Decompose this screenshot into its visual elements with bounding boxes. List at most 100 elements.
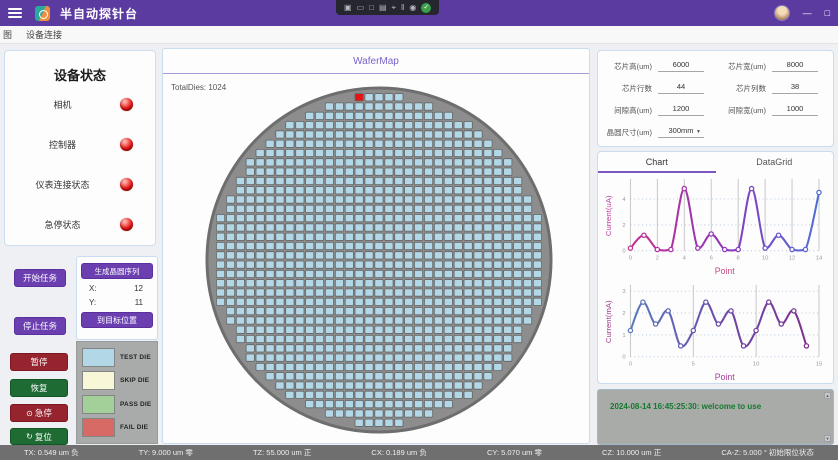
- status-ty: TY: 9.000 um 零: [139, 447, 193, 458]
- param-row-size: 芯片高(um) 6000 芯片宽(um) 8000: [598, 55, 833, 77]
- svg-text:2: 2: [622, 223, 625, 229]
- reset-label: 复位: [35, 431, 52, 443]
- wafer-title-divider: [163, 73, 589, 74]
- emergency-stop-icon: ⊙: [26, 409, 33, 418]
- log-panel[interactable]: 2024-08-14 16:45:25:30: welcome to use ▲…: [597, 389, 834, 445]
- fail-die-swatch: [82, 418, 115, 437]
- legend-row-pass: PASS DIE: [82, 395, 152, 414]
- svg-text:5: 5: [692, 362, 695, 368]
- chip-height-label: 芯片高(um): [604, 61, 658, 72]
- chip-cols-input[interactable]: 38: [772, 82, 818, 94]
- active-tab-indicator: [598, 171, 716, 173]
- test-die-label: TEST DIE: [120, 354, 151, 361]
- pointer-icon[interactable]: ⌖: [392, 0, 397, 15]
- chip-width-input[interactable]: 8000: [772, 60, 818, 72]
- start-task-button[interactable]: 开始任务: [14, 269, 66, 287]
- chip-height-input[interactable]: 6000: [658, 60, 704, 72]
- legend-row-fail: FAIL DIE: [82, 418, 152, 437]
- wafer-map[interactable]: [163, 77, 591, 443]
- chip-rows-input[interactable]: 44: [658, 82, 704, 94]
- chip-width-label: 芯片宽(um): [718, 61, 772, 72]
- svg-text:Point: Point: [715, 266, 735, 276]
- skip-die-swatch: [82, 371, 115, 390]
- scroll-up-icon[interactable]: ▲: [824, 392, 831, 399]
- x-label: X:: [89, 284, 97, 293]
- chevron-down-icon[interactable]: ▼: [696, 129, 701, 135]
- legend-row-skip: SKIP DIE: [82, 371, 152, 390]
- svg-text:2: 2: [656, 256, 659, 262]
- screen-icon[interactable]: ▣: [344, 0, 352, 15]
- svg-text:15: 15: [816, 362, 822, 368]
- status-cx: CX: 0.189 um 负: [371, 447, 426, 458]
- status-ok-icon[interactable]: ✓: [421, 3, 431, 13]
- status-caz: CA-Z: 5.000 ° 初始限位状态: [721, 447, 814, 458]
- camera-icon[interactable]: ▭: [357, 0, 365, 15]
- camera-status-led: [120, 98, 133, 111]
- measurement-chart-panel: Chart DataGrid 02468101214024Current(uA)…: [597, 151, 834, 384]
- tab-datagrid[interactable]: DataGrid: [716, 157, 834, 167]
- svg-text:0: 0: [622, 355, 626, 361]
- param-row-wafer-size: 晶圆尺寸(um) 300mm ▼: [598, 121, 833, 143]
- estop-status-led: [120, 218, 133, 231]
- maximize-button[interactable]: □: [825, 0, 830, 26]
- gap-height-input[interactable]: 1200: [658, 104, 704, 116]
- status-label: 相机: [5, 98, 120, 111]
- app-title: 半自动探针台: [60, 5, 138, 22]
- pause-button[interactable]: 暂停: [10, 353, 68, 371]
- tab-chart[interactable]: Chart: [598, 157, 716, 167]
- svg-text:12: 12: [789, 256, 795, 262]
- pause-icon[interactable]: ‖: [401, 0, 404, 15]
- title-bar: 半自动探针台 ▣ ▭ □ ▤ ⌖ ‖ ◉ ✓ — □: [0, 0, 838, 26]
- device-status-panel: 设备状态 相机 控制器 仪表连接状态 急停状态: [4, 50, 156, 246]
- log-message: 2024-08-14 16:45:25:30: welcome to use: [598, 390, 833, 411]
- goto-target-position-button[interactable]: 到目标位置: [81, 312, 153, 328]
- x-value[interactable]: 12: [134, 284, 143, 293]
- svg-text:14: 14: [816, 256, 823, 262]
- svg-text:10: 10: [762, 256, 769, 262]
- die-legend-panel: TEST DIE SKIP DIE PASS DIE FAIL DIE: [76, 341, 158, 444]
- skip-die-label: SKIP DIE: [120, 377, 149, 384]
- legend-row-test: TEST DIE: [82, 348, 152, 367]
- menu-item-device-connect[interactable]: 设备连接: [26, 28, 62, 41]
- device-status-title: 设备状态: [5, 65, 155, 84]
- instrument-status-led: [120, 178, 133, 191]
- y-value[interactable]: 11: [135, 298, 143, 307]
- avatar[interactable]: [774, 5, 790, 21]
- status-bar: TX: 0.549 um 负 TY: 9.000 um 零 TZ: 55.000…: [0, 445, 838, 460]
- window-icon[interactable]: ▤: [379, 0, 387, 15]
- y-label: Y:: [89, 298, 96, 307]
- svg-text:Current(uA): Current(uA): [604, 195, 613, 236]
- svg-text:0: 0: [629, 362, 633, 368]
- app-window: 半自动探针台 ▣ ▭ □ ▤ ⌖ ‖ ◉ ✓ — □ 图 设备连接 设备状态 相机 控制器 仪…: [0, 0, 838, 460]
- stop-task-button[interactable]: 停止任务: [14, 317, 66, 335]
- svg-text:6: 6: [710, 256, 713, 262]
- fail-die-label: FAIL DIE: [120, 424, 148, 431]
- capture-toolbar: ▣ ▭ □ ▤ ⌖ ‖ ◉ ✓: [336, 0, 439, 15]
- message-icon[interactable]: □: [369, 0, 374, 15]
- svg-text:10: 10: [753, 362, 760, 368]
- status-cy: CY: 5.070 um 零: [487, 447, 542, 458]
- resume-button[interactable]: 恢复: [10, 379, 68, 397]
- scroll-down-icon[interactable]: ▼: [824, 435, 831, 442]
- test-die-swatch: [82, 348, 115, 367]
- svg-text:3: 3: [622, 289, 625, 295]
- record-icon[interactable]: ◉: [409, 0, 416, 15]
- controller-status-led: [120, 138, 133, 151]
- hamburger-menu-icon[interactable]: [8, 8, 22, 18]
- minimize-button[interactable]: —: [803, 0, 812, 26]
- gap-width-label: 间隙宽(um): [718, 105, 772, 116]
- reset-button[interactable]: ↻复位: [10, 428, 68, 445]
- status-row-camera: 相机: [5, 85, 155, 124]
- param-row-gap: 间隙高(um) 1200 间隙宽(um) 1000: [598, 99, 833, 121]
- menu-item-view[interactable]: 图: [3, 28, 12, 41]
- svg-text:2: 2: [622, 311, 625, 317]
- emergency-stop-label: 急停: [35, 407, 52, 419]
- emergency-stop-button[interactable]: ⊙急停: [10, 404, 68, 422]
- status-tx: TX: 0.549 um 负: [24, 447, 79, 458]
- status-row-estop: 急停状态: [5, 205, 155, 244]
- gap-width-input[interactable]: 1000: [772, 104, 818, 116]
- app-logo: [35, 6, 50, 21]
- generate-wafer-sequence-button[interactable]: 生成晶圆序列: [81, 263, 153, 279]
- svg-text:Point: Point: [715, 372, 735, 382]
- window-controls: — □: [774, 0, 830, 26]
